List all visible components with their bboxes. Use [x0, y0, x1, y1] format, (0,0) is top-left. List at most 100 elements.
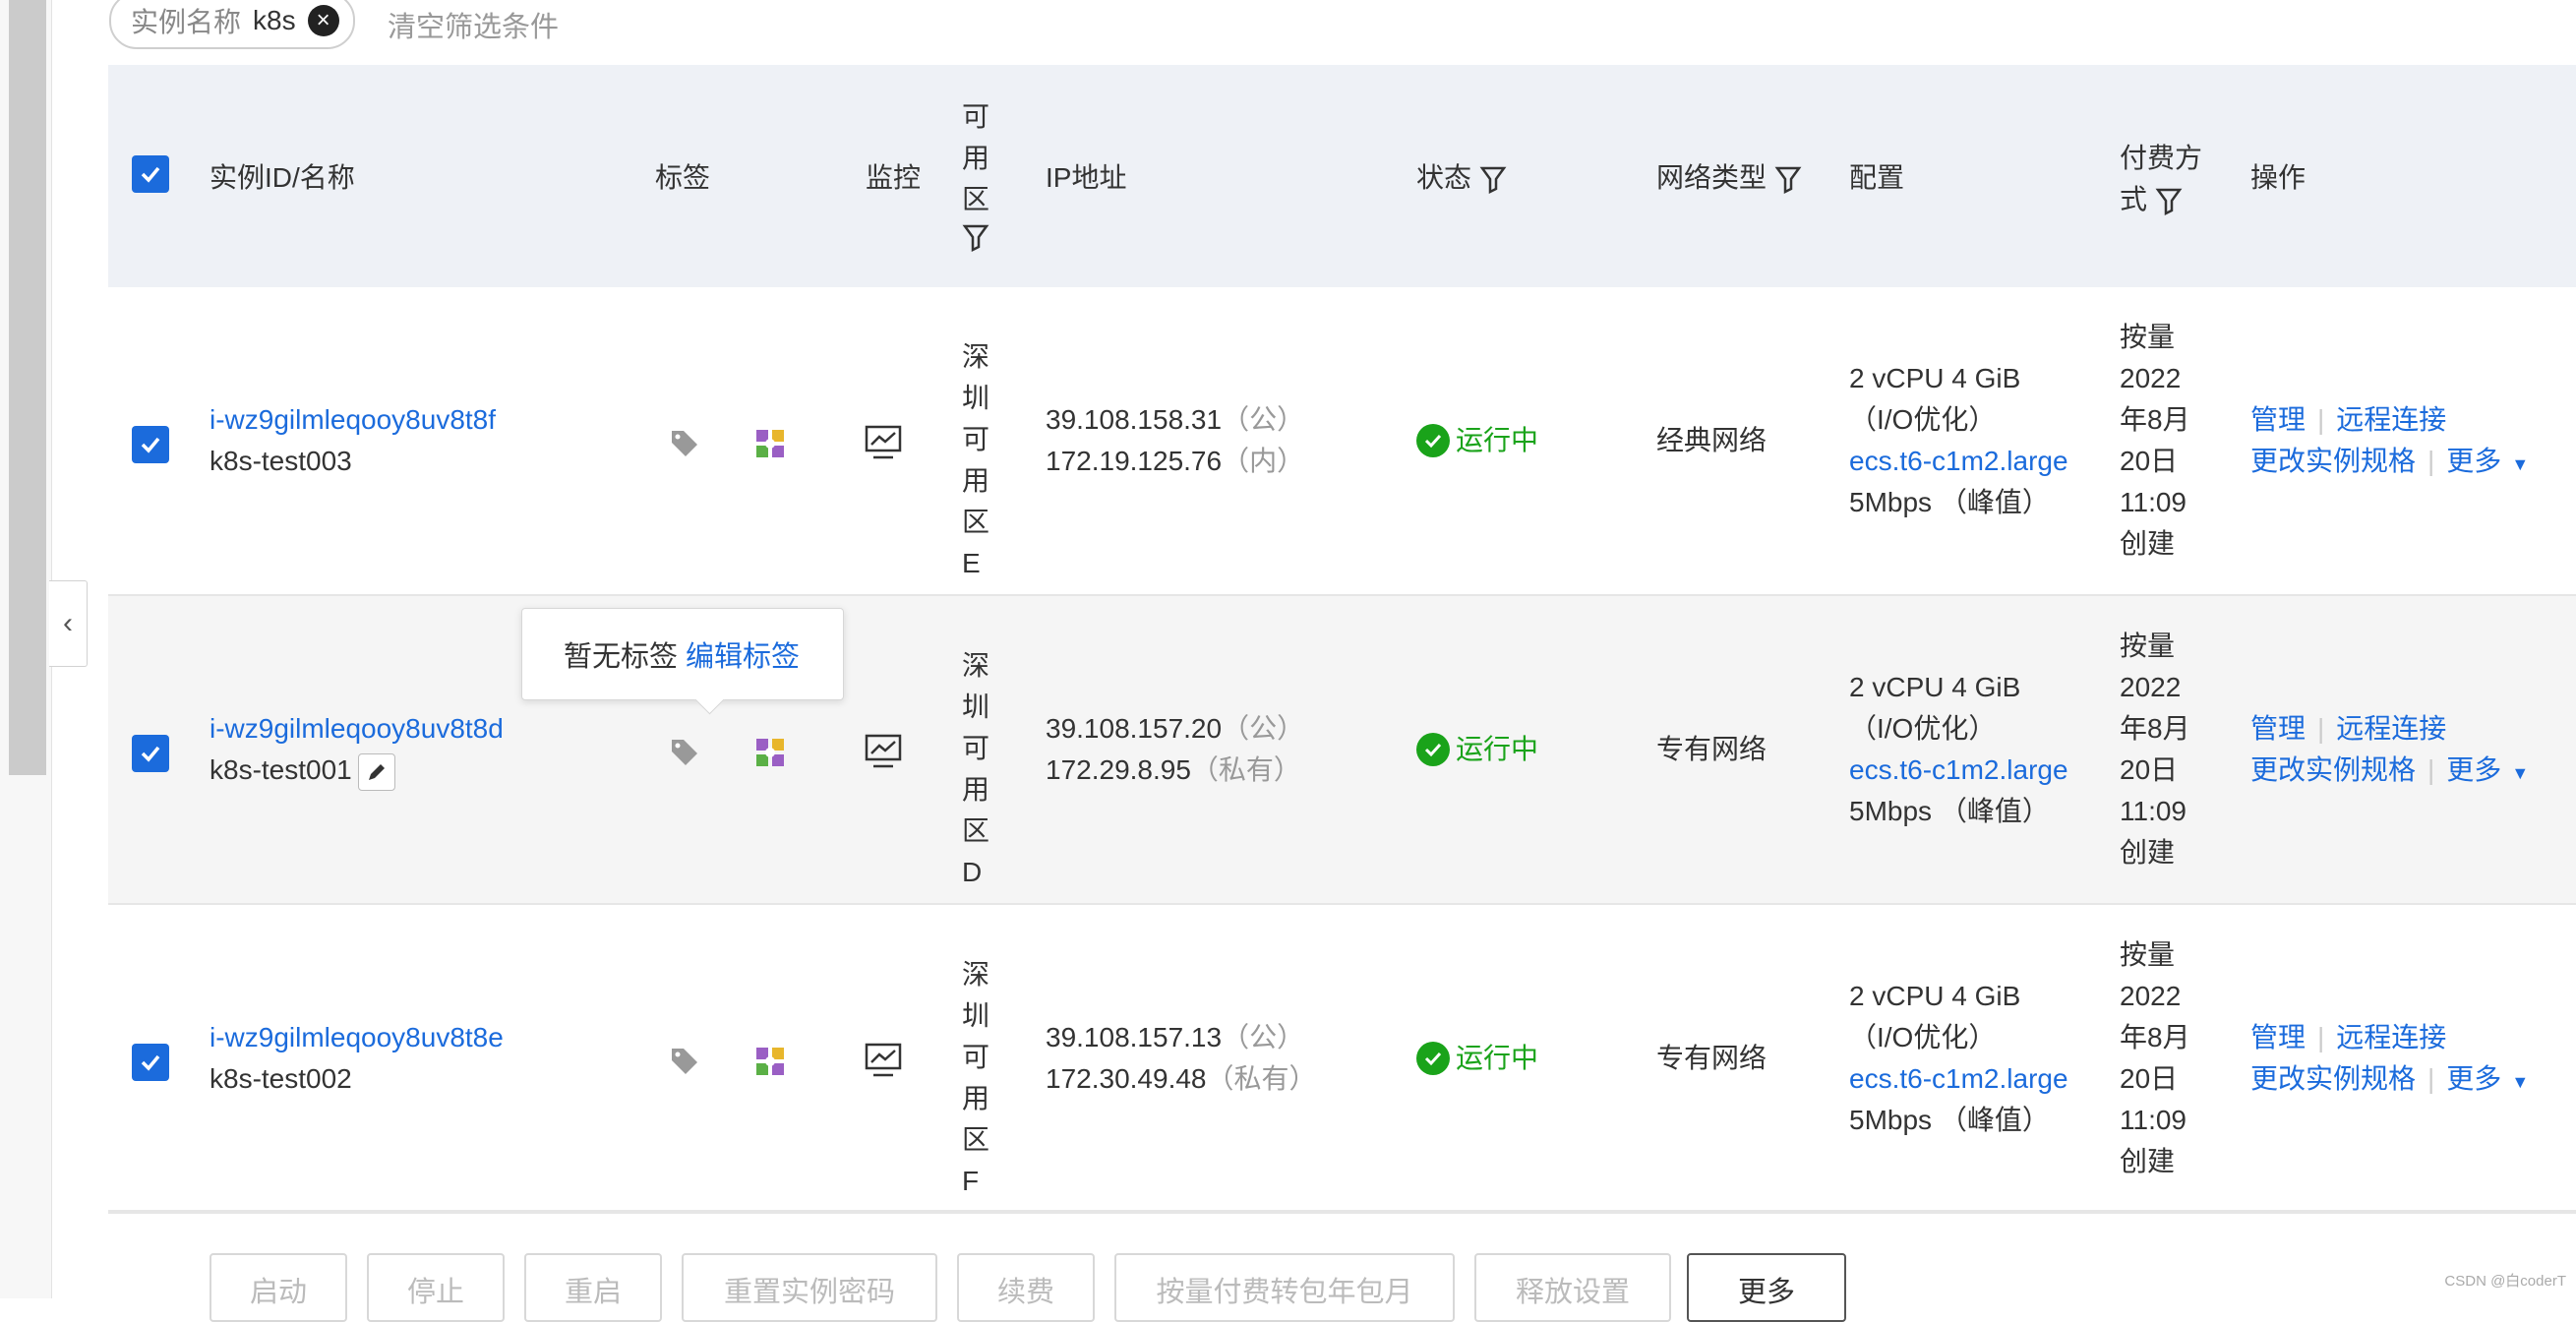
billing-time: 11:09 — [2120, 796, 2187, 826]
filter-key: 实例名称 — [131, 7, 242, 37]
instance-name: k8s-test003 — [210, 446, 352, 476]
public-ip: 39.108.157.20 — [1046, 713, 1223, 744]
col-actions: 操作 — [2250, 162, 2306, 193]
os-logo-icon — [753, 736, 787, 781]
instance-type-link[interactable]: ecs.t6-c1m2.large — [1849, 750, 2068, 791]
edit-tags-link[interactable]: 编辑标签 — [686, 633, 800, 675]
actions: 管理 | 远程连接 更改实例规格 | 更多 ▼ — [2250, 404, 2530, 476]
select-all-checkbox[interactable] — [132, 155, 169, 193]
col-status-label: 状态 — [1416, 162, 1472, 193]
collapse-sidebar-button[interactable]: ‹ — [49, 580, 88, 667]
remove-filter-icon[interactable]: × — [307, 5, 339, 36]
zone: 深圳可用区F — [962, 959, 990, 1196]
caret-down-icon[interactable]: ▼ — [2511, 763, 2529, 783]
release-settings-button[interactable]: 释放设置 — [1474, 1253, 1671, 1322]
check-circle-icon — [1416, 733, 1450, 766]
col-status: 状态 — [1416, 156, 1507, 196]
status-badge: 运行中 — [1416, 420, 1538, 461]
config-io: （I/O优化） — [1849, 404, 1997, 435]
instance-name: k8s-test001 — [210, 754, 352, 785]
private-ip-tag: （私有） — [1206, 1063, 1317, 1094]
config-bandwidth: 5Mbps （峰值） — [1849, 1105, 2050, 1135]
resize-link[interactable]: 更改实例规格 — [2250, 754, 2416, 785]
instance-id-link[interactable]: i-wz9gilmleqooy8uv8t8d — [210, 708, 504, 750]
batch-action-bar: 启动 停止 重启 重置实例密码 续费 按量付费转包年包月 释放设置 更多 — [108, 1210, 2576, 1322]
filter-icon[interactable] — [962, 223, 989, 253]
public-ip-tag: （公） — [1222, 1022, 1305, 1052]
col-zone-label: 可用区 — [962, 101, 990, 214]
billing: 按量 2022年8月20日 11:09 创建 — [2120, 934, 2208, 1182]
public-ip: 39.108.157.13 — [1046, 1022, 1223, 1052]
more-dropdown[interactable]: 更多 — [2446, 446, 2501, 476]
scrollbar-thumb[interactable] — [9, 0, 46, 775]
billing-date: 2022年8月20日 — [2120, 363, 2190, 476]
caret-down-icon[interactable]: ▼ — [2511, 1072, 2529, 1092]
billing: 按量 2022年8月20日 11:09 创建 — [2120, 317, 2208, 565]
more-actions-button[interactable]: 更多 — [1687, 1253, 1846, 1322]
private-ip-tag: （内） — [1222, 446, 1305, 476]
config-spec: 2 vCPU 4 GiB — [1849, 672, 2021, 702]
public-ip: 39.108.158.31 — [1046, 404, 1223, 435]
monitor-icon[interactable] — [864, 732, 903, 783]
restart-button[interactable]: 重启 — [524, 1253, 662, 1322]
more-dropdown[interactable]: 更多 — [2446, 1063, 2501, 1094]
row-checkbox[interactable] — [132, 1044, 169, 1081]
manage-link[interactable]: 管理 — [2250, 404, 2306, 435]
status-text: 运行中 — [1456, 734, 1539, 764]
renew-button[interactable]: 续费 — [957, 1253, 1095, 1322]
clear-filters-link[interactable]: 清空筛选条件 — [388, 4, 559, 45]
left-scrollbar[interactable] — [0, 0, 52, 1298]
instance-id-link[interactable]: i-wz9gilmleqooy8uv8t8f — [210, 399, 496, 441]
private-ip: 172.30.49.48 — [1046, 1063, 1207, 1094]
more-dropdown[interactable]: 更多 — [2446, 754, 2501, 785]
billing-date: 2022年8月20日 — [2120, 981, 2190, 1094]
tag-icon[interactable] — [669, 736, 700, 779]
config-spec: 2 vCPU 4 GiB — [1849, 363, 2021, 393]
reset-password-button[interactable]: 重置实例密码 — [682, 1253, 937, 1322]
public-ip-tag: （公） — [1222, 713, 1305, 744]
filter-icon[interactable] — [1479, 165, 1507, 195]
resize-link[interactable]: 更改实例规格 — [2250, 1063, 2416, 1094]
table-row: i-wz9gilmleqooy8uv8t8e k8s-test002 深圳可用区… — [108, 905, 2576, 1214]
caret-down-icon[interactable]: ▼ — [2511, 454, 2529, 474]
col-config: 配置 — [1849, 162, 1905, 193]
instance-id-link[interactable]: i-wz9gilmleqooy8uv8t8e — [210, 1017, 504, 1058]
monitor-icon[interactable] — [864, 1041, 903, 1092]
tag-icon[interactable] — [669, 1045, 700, 1088]
private-ip: 172.19.125.76 — [1046, 446, 1223, 476]
watermark: CSDN @白coderT — [2444, 1273, 2566, 1290]
tag-icon[interactable] — [669, 427, 700, 470]
monitor-icon[interactable] — [864, 423, 903, 474]
instance-type-link[interactable]: ecs.t6-c1m2.large — [1849, 441, 2068, 482]
edit-pencil-icon[interactable] — [357, 752, 395, 791]
ip-address: 39.108.157.20（公） 172.29.8.95（私有） — [1046, 708, 1304, 791]
status-text: 运行中 — [1456, 1043, 1539, 1073]
check-icon — [141, 1054, 160, 1071]
remote-connect-link[interactable]: 远程连接 — [2336, 713, 2446, 744]
billing-time: 11:09 — [2120, 1105, 2187, 1135]
manage-link[interactable]: 管理 — [2250, 713, 2306, 744]
convert-billing-button[interactable]: 按量付费转包年包月 — [1114, 1253, 1455, 1322]
col-id-name: 实例ID/名称 — [210, 162, 355, 193]
col-billing: 付费方式 — [2120, 138, 2218, 220]
start-button[interactable]: 启动 — [210, 1253, 347, 1322]
manage-link[interactable]: 管理 — [2250, 1022, 2306, 1052]
instance-type-link[interactable]: ecs.t6-c1m2.large — [1849, 1058, 2068, 1100]
stop-button[interactable]: 停止 — [367, 1253, 505, 1322]
row-checkbox[interactable] — [132, 735, 169, 772]
remote-connect-link[interactable]: 远程连接 — [2336, 1022, 2446, 1052]
row-checkbox[interactable] — [132, 426, 169, 463]
remote-connect-link[interactable]: 远程连接 — [2336, 404, 2446, 435]
check-circle-icon — [1416, 424, 1450, 457]
resize-link[interactable]: 更改实例规格 — [2250, 446, 2416, 476]
filter-icon[interactable] — [2155, 187, 2183, 216]
billing-created: 创建 — [2120, 1146, 2176, 1176]
billing-type: 按量 — [2120, 939, 2176, 970]
check-icon — [141, 166, 160, 183]
filter-icon[interactable] — [1774, 165, 1802, 195]
check-icon — [141, 746, 160, 762]
tooltip-text: 暂无标签 — [564, 641, 679, 673]
check-icon — [141, 437, 160, 453]
config-bandwidth: 5Mbps （峰值） — [1849, 796, 2050, 826]
col-network-label: 网络类型 — [1656, 162, 1767, 193]
